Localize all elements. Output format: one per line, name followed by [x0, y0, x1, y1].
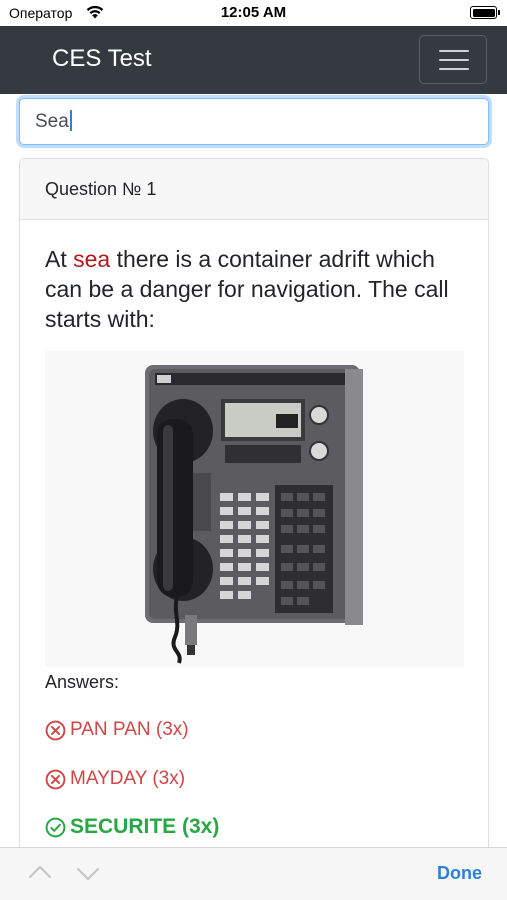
answer-text: MAYDAY (3x): [70, 768, 186, 789]
answer-option[interactable]: MAYDAY (3x): [45, 768, 463, 790]
status-bar: Оператор 12:05 AM: [0, 0, 507, 26]
answer-text: SECURITE (3x): [70, 815, 220, 838]
search-input-value: Sea: [35, 111, 69, 132]
x-circle-icon: [45, 769, 66, 789]
vhf-radiotelephone-controller-image: [45, 351, 464, 667]
question-text: At sea there is a container adrift which…: [45, 246, 449, 332]
search-highlight: sea: [73, 246, 111, 272]
clock: 12:05 AM: [220, 4, 287, 21]
app-title[interactable]: CES Test: [52, 45, 152, 73]
answer-option[interactable]: PAN PAN (3x): [45, 719, 463, 741]
keyboard-accessory-toolbar: Done: [0, 847, 507, 900]
navbar: CES Test: [0, 26, 507, 94]
done-button[interactable]: Done: [437, 863, 482, 884]
hamburger-menu-icon[interactable]: [419, 35, 487, 84]
question-card: Question № 1 At sea there is a container…: [19, 158, 489, 900]
answer-option-correct[interactable]: SECURITE (3x): [45, 815, 463, 839]
x-circle-icon: [45, 720, 66, 740]
check-circle-icon: [45, 817, 66, 837]
battery-icon: [470, 6, 500, 19]
answers-label: Answers:: [45, 672, 120, 692]
answer-text: PAN PAN (3x): [70, 719, 189, 740]
text-cursor: [69, 109, 72, 131]
chevron-up-icon[interactable]: [28, 864, 52, 880]
search-input[interactable]: Sea: [19, 98, 489, 145]
chevron-down-icon[interactable]: [76, 866, 100, 882]
question-header: Question № 1: [20, 159, 488, 220]
